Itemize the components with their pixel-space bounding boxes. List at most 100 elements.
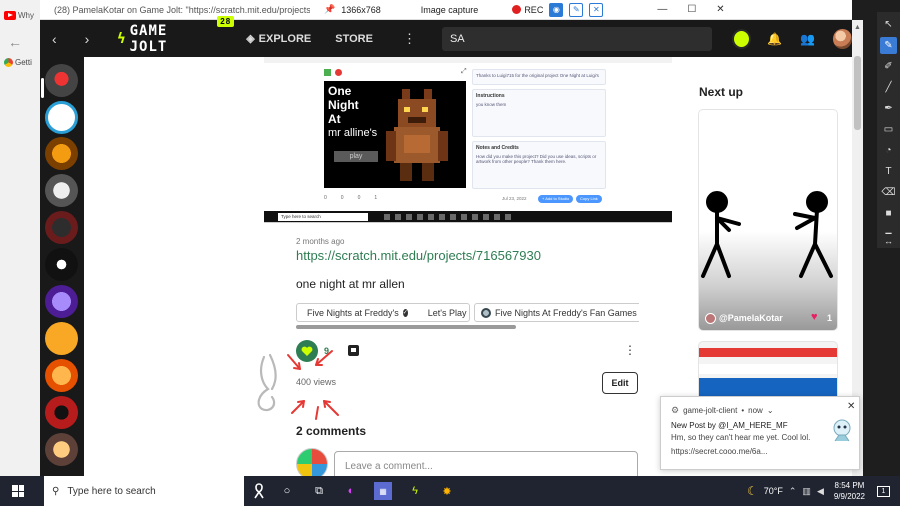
community-red[interactable] [45, 396, 78, 429]
expand-toolbar-icon[interactable]: ↔ [877, 234, 900, 248]
community-purple[interactable] [45, 285, 78, 318]
marker-tool-icon[interactable]: ✐ [880, 58, 897, 75]
eraser-tool-icon[interactable]: ⌫ [880, 184, 897, 201]
community-freddy[interactable] [45, 433, 78, 466]
close-button[interactable]: ✕ [716, 4, 724, 15]
weather-temp[interactable]: 70°F [764, 486, 783, 496]
edit-button[interactable]: Edit [602, 372, 638, 394]
taskbar-search[interactable]: ⚲ Type here to search [44, 476, 244, 506]
gamejolt-app-icon[interactable]: ϟ [406, 482, 424, 500]
community-skull[interactable] [45, 248, 78, 281]
community-jaxer[interactable] [45, 137, 78, 170]
task-view-icon[interactable]: ⧉ [310, 482, 328, 500]
toast-notification[interactable]: ⚙ game-jolt-client • now ⌄ ✕ New Post by… [660, 396, 860, 470]
post-screenshot[interactable]: ⤢ One Night At mr alline's play Thanks t… [264, 57, 672, 223]
close-capture-icon[interactable]: ✕ [589, 2, 604, 17]
rectangle-tool-icon[interactable]: ▭ [880, 121, 897, 138]
community-unity[interactable] [45, 322, 78, 355]
community-among-us[interactable] [45, 64, 78, 97]
stat-remix: 0 [357, 195, 361, 201]
taskbar-search-placeholder: Type here to search [67, 485, 156, 497]
windows-start-icon[interactable] [12, 485, 24, 497]
brush-tool-icon[interactable]: ✒ [880, 100, 897, 117]
next-up-card-second[interactable] [698, 341, 838, 401]
explore-label: EXPLORE [258, 32, 312, 45]
camera-icon[interactable]: ◉ [549, 2, 564, 17]
active-community-indicator [41, 78, 44, 98]
scroll-thumb[interactable] [854, 56, 861, 130]
window-title: (28) PamelaKotar on Game Jolt: "https://… [54, 4, 310, 15]
next-up-card[interactable]: @PamelaKotar ♥ 1 [698, 109, 838, 331]
gamejolt-logo[interactable]: ϟ GAME JOLT 28 [117, 15, 235, 55]
next-up-creator[interactable]: @PamelaKotar [719, 313, 783, 323]
quest-icon[interactable] [732, 28, 752, 49]
scroll-up-icon[interactable]: ▲ [854, 24, 861, 31]
record-icon[interactable] [512, 5, 522, 14]
comment-avatar [296, 448, 328, 476]
notification-separator: • [741, 406, 745, 415]
minimize-button[interactable]: — [657, 4, 667, 15]
nav-back-icon[interactable]: ‹ [52, 31, 73, 47]
tag-scrollbar[interactable] [296, 325, 516, 329]
pen-icon[interactable]: ✎ [569, 2, 584, 17]
cursor-tool-icon[interactable]: ↖ [880, 16, 897, 33]
cortana-icon[interactable]: ○ [278, 482, 296, 500]
nav-forward-icon[interactable]: › [85, 31, 106, 47]
close-icon[interactable]: ✕ [847, 401, 855, 412]
community-fnaf[interactable] [45, 359, 78, 392]
capture-resolution[interactable]: 1366x768 [341, 5, 381, 15]
back-arrow-icon[interactable]: ← [8, 34, 22, 50]
fill-tool-icon[interactable]: ◔ [880, 142, 897, 159]
community-video[interactable] [45, 101, 78, 134]
notification-badge: 28 [217, 15, 235, 27]
screenshot-header [264, 57, 672, 63]
more-menu-icon[interactable]: ⋮ [403, 31, 416, 47]
taskbar-clock[interactable]: 8:54 PM 9/9/2022 [834, 480, 865, 502]
tag-fnaf-fan-games[interactable]: Five Nights At Freddy's Fan Games [474, 303, 639, 322]
bell-icon[interactable]: 🔔 [767, 32, 782, 46]
pin-icon[interactable]: 📌 [324, 4, 335, 15]
text-tool-icon[interactable]: T [880, 163, 897, 180]
edge-icon[interactable]: ◐ [342, 482, 360, 500]
search-input[interactable]: SA [441, 26, 713, 51]
comment-input[interactable]: Leave a comment... [334, 451, 638, 476]
tag-fnaf[interactable]: Five Nights at Freddy's ✓ Let's Play [296, 303, 470, 322]
community-dark[interactable] [45, 211, 78, 244]
color-swatch-icon[interactable]: ■ [880, 205, 897, 222]
instructions-title: Instructions [476, 93, 505, 99]
action-center-icon[interactable]: 1 [877, 485, 890, 497]
user-avatar[interactable] [833, 28, 852, 49]
stage-title: One Night At mr alline's [328, 84, 388, 140]
tray-chevron-icon[interactable]: ⌃ [789, 486, 797, 497]
store-link[interactable]: STORE [335, 33, 373, 45]
notification-body: Hm, so they can't hear me yet. Cool lol. [671, 433, 811, 442]
game-app-icon[interactable]: ✸ [438, 482, 456, 500]
notes-text: How did you make this project? Did you u… [476, 154, 597, 164]
bookmark-item[interactable]: Getti [4, 58, 32, 67]
community-bunny[interactable] [45, 174, 78, 207]
explore-link[interactable]: ◈ EXPLORE [246, 32, 312, 46]
stage-play-button: play [334, 151, 378, 162]
post-options-icon[interactable]: ⋮ [624, 343, 636, 357]
chevron-down-icon[interactable]: ⌄ [767, 406, 774, 415]
pen-tool-icon[interactable]: ✎ [880, 37, 897, 54]
screenshot-stats: 0 0 0 1 [324, 195, 377, 201]
maximize-button[interactable]: ☐ [687, 4, 696, 15]
background-browser-tab[interactable]: Why [0, 4, 40, 26]
volume-icon[interactable]: ◀ [817, 486, 824, 497]
logo-text: GAME JOLT [129, 22, 168, 55]
stage-title-line: One [328, 84, 352, 98]
line-tool-icon[interactable]: ╱ [880, 79, 897, 96]
notification-link[interactable]: https://secret.cooo.me/6a... [671, 447, 768, 456]
record-label[interactable]: REC [524, 5, 543, 15]
post-link[interactable]: https://scratch.mit.edu/projects/7165679… [296, 248, 541, 263]
notification-app: ⚙ game-jolt-client • now ⌄ [671, 405, 774, 416]
screenshot-thanks-card: Thanks to Luigi715 for the original proj… [472, 69, 606, 85]
weather-moon-icon[interactable]: ☾ [747, 484, 758, 498]
screenshot-instructions-card: Instructions you know them [472, 89, 606, 137]
tag-channel-label[interactable]: Let's Play [428, 308, 467, 318]
network-icon[interactable]: ▥ [802, 486, 811, 497]
app-icon[interactable]: ▦ [374, 482, 392, 500]
comment-icon[interactable] [348, 345, 359, 356]
friends-icon[interactable]: 👥 [800, 32, 815, 46]
